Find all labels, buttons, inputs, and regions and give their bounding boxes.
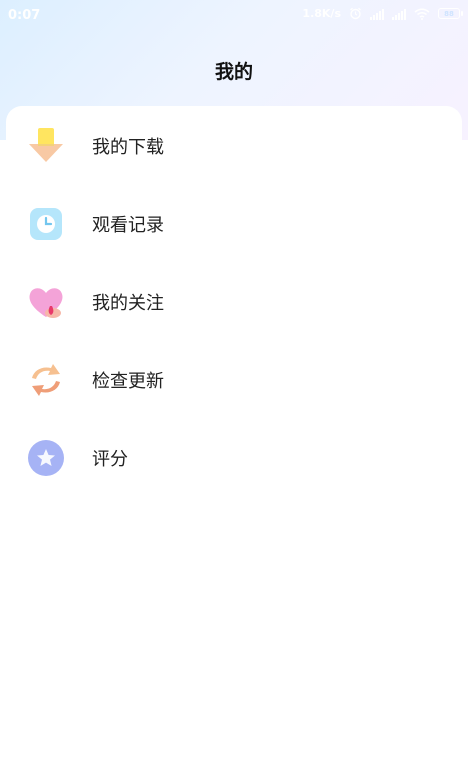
- menu-label-history: 观看记录: [92, 215, 164, 236]
- status-time: 0:07: [8, 8, 41, 23]
- status-bar: 0:07 1.8K/s 88: [0, 0, 468, 32]
- alarm-icon: [350, 7, 361, 20]
- refresh-icon: [32, 364, 60, 396]
- battery-icon: 88: [438, 8, 463, 19]
- menu-item-following[interactable]: 我的关注: [26, 272, 446, 332]
- page-title: 我的: [214, 61, 253, 83]
- menu-label-following: 我的关注: [92, 293, 164, 314]
- menu-item-downloads[interactable]: 我的下载: [26, 116, 446, 176]
- signal-icon-2: [392, 8, 406, 20]
- download-icon: [29, 128, 63, 162]
- menu-item-history[interactable]: 观看记录: [26, 194, 446, 254]
- clock-icon: [30, 208, 62, 240]
- signal-icon: [370, 8, 384, 20]
- menu-label-downloads: 我的下载: [92, 137, 164, 158]
- status-indicators: 1.8K/s 88: [302, 7, 463, 20]
- menu-label-check-update: 检查更新: [92, 371, 164, 392]
- menu-label-rate: 评分: [92, 449, 128, 470]
- menu-item-check-update[interactable]: 检查更新: [26, 350, 446, 410]
- menu-item-rate[interactable]: 评分: [26, 428, 446, 488]
- star-icon: [28, 440, 64, 476]
- wifi-icon: [414, 8, 430, 20]
- heart-icon: [29, 288, 63, 318]
- battery-level: 88: [444, 9, 454, 18]
- network-speed: 1.8K/s: [302, 7, 341, 20]
